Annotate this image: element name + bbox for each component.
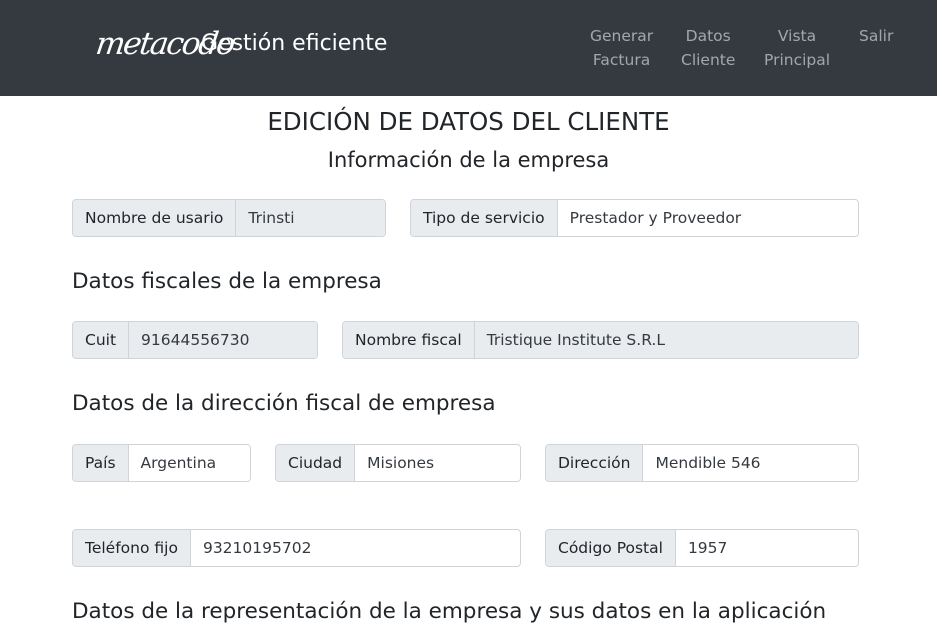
ciudad-label: Ciudad (276, 445, 356, 481)
pais-group: País Argentina (72, 444, 251, 482)
direccion-field[interactable]: Mendible 546 (643, 445, 858, 481)
nombre-fiscal-group: Nombre fiscal Tristique Institute S.R.L (342, 321, 859, 359)
telefono-group: Teléfono fijo 93210195702 (72, 529, 521, 567)
nav-link-line: Vista (777, 27, 817, 45)
usuario-field[interactable]: Trinsti (236, 200, 385, 236)
pais-field[interactable]: Argentina (128, 445, 250, 481)
cuit-label: Cuit (73, 322, 130, 358)
codigo-postal-label: Código Postal (546, 530, 676, 566)
pais-label: País (73, 445, 129, 481)
nombre-fiscal-field[interactable]: Tristique Institute S.R.L (474, 322, 858, 358)
nav-generar-factura[interactable]: Generar Factura (590, 24, 653, 72)
cuit-group: Cuit 91644556730 (72, 321, 318, 359)
section-fiscales-heading: Datos fiscales de la empresa (72, 269, 382, 294)
nav-link-line: Factura (592, 51, 651, 69)
navbar: metacodo Gestión eficiente Generar Factu… (0, 0, 937, 96)
section-direccion-heading: Datos de la dirección fiscal de empresa (72, 391, 496, 416)
ciudad-group: Ciudad Misiones (275, 444, 521, 482)
section-representacion-heading: Datos de la representación de la empresa… (72, 599, 827, 624)
servicio-field[interactable]: Prestador y Proveedor (557, 200, 858, 236)
direccion-label: Dirección (546, 445, 644, 481)
nav-salir[interactable]: Salir (859, 24, 893, 48)
nombre-fiscal-label: Nombre fiscal (343, 322, 475, 358)
codigo-postal-field[interactable]: 1957 (675, 530, 858, 566)
servicio-group: Tipo de servicio Prestador y Proveedor (410, 199, 859, 237)
page-title: EDICIÓN DE DATOS DEL CLIENTE (267, 107, 670, 136)
nav-link-line: Principal (764, 51, 831, 69)
telefono-field[interactable]: 93210195702 (190, 530, 520, 566)
codigo-postal-group: Código Postal 1957 (545, 529, 859, 567)
nav-link-line: Datos (685, 27, 731, 45)
telefono-label: Teléfono fijo (73, 530, 191, 566)
cuit-field[interactable]: 91644556730 (129, 322, 317, 358)
page-subtitle: Información de la empresa (327, 148, 610, 172)
nav-vista-principal[interactable]: Vista Principal (764, 24, 830, 72)
nav-link-line: Cliente (681, 51, 736, 69)
ciudad-field[interactable]: Misiones (355, 445, 520, 481)
brand-name[interactable]: Gestión eficiente (201, 30, 387, 58)
nav-link-line: Salir (859, 27, 894, 45)
nav-link-line: Generar (590, 27, 654, 45)
usuario-group: Nombre de usario Trinsti (72, 199, 386, 237)
direccion-group: Dirección Mendible 546 (545, 444, 859, 482)
servicio-label: Tipo de servicio (411, 200, 558, 236)
nav-datos-cliente[interactable]: Datos Cliente (681, 24, 735, 72)
usuario-label: Nombre de usario (73, 200, 237, 236)
